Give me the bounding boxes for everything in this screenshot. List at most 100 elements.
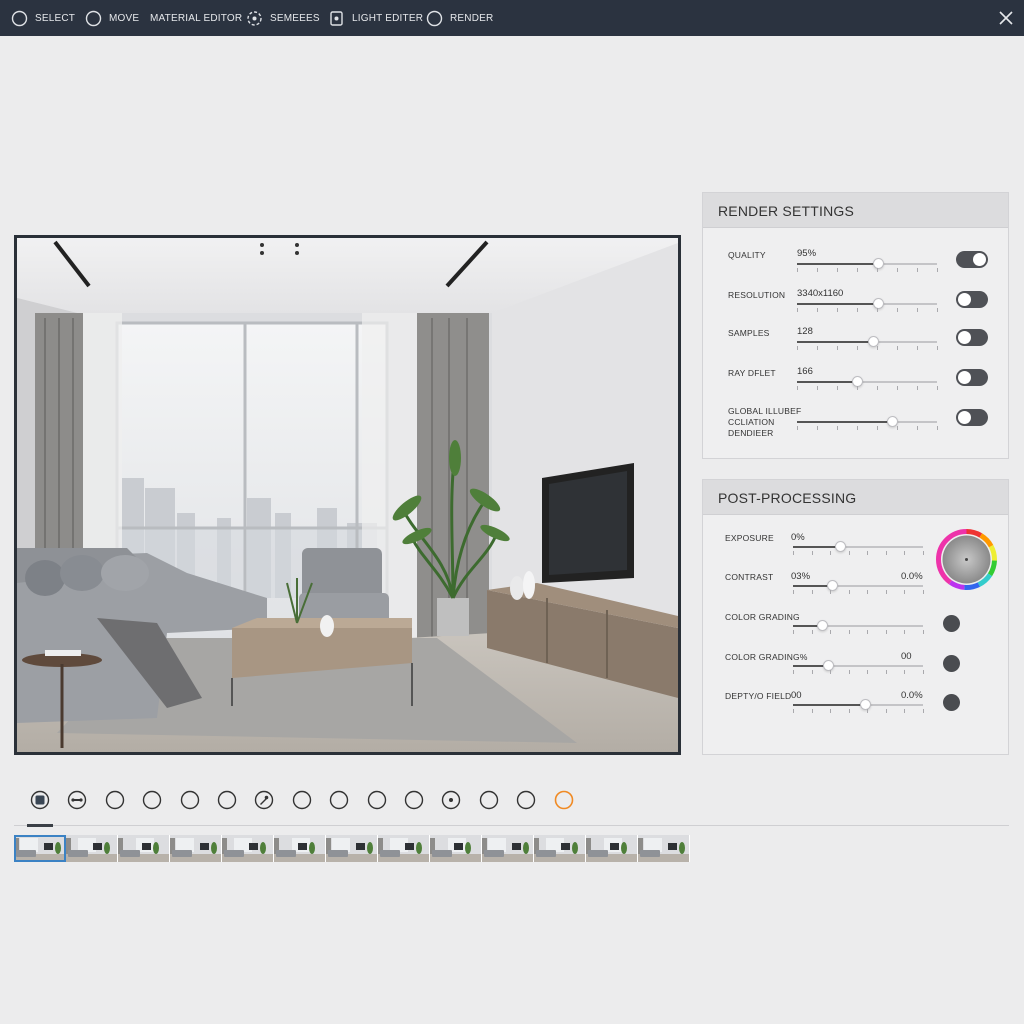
post-slider[interactable] xyxy=(793,541,923,552)
light-editor-tool[interactable]: LIGHT EDITER xyxy=(328,9,423,27)
circle-icon[interactable] xyxy=(479,790,499,810)
frame-thumbnail[interactable] xyxy=(14,835,66,862)
color-wheel-icon[interactable] xyxy=(936,529,997,590)
tick-mark xyxy=(867,709,868,713)
tick-mark xyxy=(904,670,905,674)
setting-slider[interactable] xyxy=(797,376,937,387)
tick-mark xyxy=(797,426,798,430)
tick-mark xyxy=(917,308,918,312)
setting-slider[interactable] xyxy=(797,258,937,269)
target-icon[interactable] xyxy=(441,790,461,810)
slider-ticks xyxy=(797,346,938,350)
tick-mark xyxy=(937,426,938,430)
setting-toggle[interactable] xyxy=(956,251,988,268)
frame-thumbnail[interactable] xyxy=(170,835,222,862)
tick-mark xyxy=(922,590,924,594)
frame-thumbnail[interactable] xyxy=(482,835,534,862)
select-tool[interactable]: SELECT xyxy=(11,9,75,27)
frame-thumbnail[interactable] xyxy=(222,835,274,862)
setting-toggle[interactable] xyxy=(956,329,988,346)
tick-mark xyxy=(917,426,918,430)
post-value: 0% xyxy=(791,532,805,543)
living-room-render-image xyxy=(17,238,678,752)
frame-thumbnail[interactable] xyxy=(274,835,326,862)
frame-thumbnail[interactable] xyxy=(326,835,378,862)
tick-mark xyxy=(897,308,898,312)
slider-ticks xyxy=(793,590,924,594)
brush-icon[interactable] xyxy=(254,790,274,810)
circle-icon xyxy=(426,10,443,27)
setting-toggle[interactable] xyxy=(956,409,988,426)
tick-mark xyxy=(848,709,850,713)
tick-mark xyxy=(793,670,794,674)
tick-mark xyxy=(811,709,813,713)
render-setting-row: RESOLUTION 3340x1160 xyxy=(703,288,1008,324)
close-button[interactable] xyxy=(996,8,1016,28)
circle-icon[interactable] xyxy=(105,790,125,810)
setting-slider[interactable] xyxy=(797,298,937,309)
tick-mark xyxy=(848,551,850,555)
post-setting-row: DEPTY/O FIELD 00 0.0% xyxy=(703,690,1008,726)
tick-mark xyxy=(857,308,858,312)
circle-icon[interactable] xyxy=(180,790,200,810)
post-slider[interactable] xyxy=(793,660,923,671)
post-value-secondary: 00 xyxy=(901,651,912,662)
post-slider[interactable] xyxy=(793,699,923,710)
circle-icon[interactable] xyxy=(217,790,237,810)
post-slider[interactable] xyxy=(793,580,923,591)
tick-mark xyxy=(817,308,818,312)
toggle-knob xyxy=(958,331,971,344)
tick-mark xyxy=(793,590,794,594)
tick-mark xyxy=(857,346,858,350)
slider-ticks xyxy=(797,308,938,312)
circle-icon[interactable] xyxy=(329,790,349,810)
render-viewport[interactable] xyxy=(14,235,681,755)
post-toggle-dot[interactable] xyxy=(943,615,960,632)
frame-thumbnail[interactable] xyxy=(586,835,638,862)
setting-toggle[interactable] xyxy=(956,369,988,386)
setting-slider[interactable] xyxy=(797,416,937,427)
tick-mark xyxy=(797,386,798,390)
slider-fill xyxy=(797,341,873,343)
circle-icon[interactable] xyxy=(367,790,387,810)
slider-fill xyxy=(793,546,840,548)
post-slider[interactable] xyxy=(793,620,923,631)
frame-thumbnail[interactable] xyxy=(534,835,586,862)
tick-mark xyxy=(857,386,858,390)
link-icon[interactable] xyxy=(67,790,87,810)
record-icon[interactable] xyxy=(554,790,574,810)
slider-fill xyxy=(793,704,865,706)
tick-mark xyxy=(857,268,858,272)
stop-icon[interactable] xyxy=(30,790,50,810)
move-tool[interactable]: MOVE xyxy=(85,9,139,27)
frame-thumbnail[interactable] xyxy=(430,835,482,862)
slider-fill xyxy=(797,381,858,383)
light-editor-label: LIGHT EDITER xyxy=(352,12,424,24)
slider-ticks xyxy=(797,268,938,272)
post-setting-row: COLOR GRADING xyxy=(703,611,1008,647)
render-tool[interactable]: RENDER xyxy=(426,9,493,27)
frame-thumbnail[interactable] xyxy=(378,835,430,862)
tick-mark xyxy=(811,590,813,594)
slider-ticks xyxy=(793,709,924,713)
setting-toggle[interactable] xyxy=(956,291,988,308)
frame-thumbnail[interactable] xyxy=(66,835,118,862)
post-toggle-dot[interactable] xyxy=(943,655,960,672)
tick-mark xyxy=(817,386,818,390)
render-setting-row: GLOBAL ILLUBEF CCLIATION DENDIEER xyxy=(703,406,1008,442)
semeees-tool[interactable]: SEMEEES xyxy=(246,9,320,27)
circle-icon[interactable] xyxy=(292,790,312,810)
setting-slider[interactable] xyxy=(797,336,937,347)
circle-icon[interactable] xyxy=(516,790,536,810)
tick-mark xyxy=(877,268,878,272)
post-processing-title: POST-PROCESSING xyxy=(703,480,1008,515)
frame-thumbnail[interactable] xyxy=(638,835,690,862)
tick-mark xyxy=(917,346,918,350)
circle-icon[interactable] xyxy=(142,790,162,810)
tick-mark xyxy=(837,346,838,350)
circle-icon[interactable] xyxy=(404,790,424,810)
material-editor-tool[interactable]: MATERIAL EDITOR xyxy=(150,9,242,27)
frame-thumbnail[interactable] xyxy=(118,835,170,862)
frame-thumbnail-strip xyxy=(14,835,690,862)
post-toggle-dot[interactable] xyxy=(943,694,960,711)
